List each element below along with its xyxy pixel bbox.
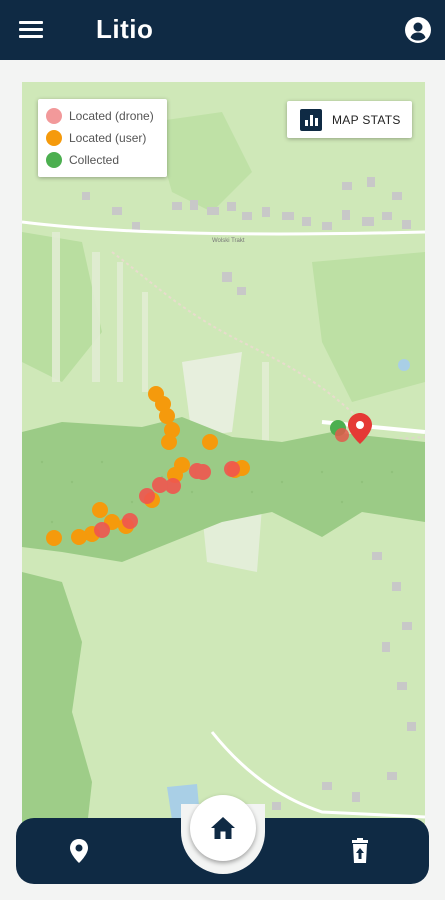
legend-item-drone: Located (drone) [46, 105, 159, 127]
location-pin-icon[interactable] [67, 838, 91, 864]
map-canvas[interactable]: Wolski Trakt [22, 82, 425, 872]
hamburger-menu-icon[interactable] [19, 21, 43, 39]
legend-label: Collected [69, 153, 120, 167]
legend-label: Located (user) [69, 131, 147, 145]
road-label: Wolski Trakt [212, 238, 245, 244]
legend-item-collected: Collected [46, 149, 159, 171]
map-stats-label: MAP STATS [332, 112, 401, 127]
legend-label: Located (drone) [69, 109, 154, 123]
map-view[interactable]: Wolski Trakt [22, 82, 425, 872]
legend-dot-user [46, 130, 62, 146]
home-button[interactable] [190, 795, 256, 861]
app-logo: Litio [96, 14, 154, 44]
top-app-bar: Litio [0, 0, 445, 60]
delete-upload-icon[interactable] [348, 838, 372, 864]
legend-dot-drone [46, 108, 62, 124]
account-circle-icon[interactable] [405, 17, 431, 43]
map-legend: Located (drone) Located (user) Collected [38, 99, 167, 177]
app-root: Litio Wolski Trakt Located (drone) Locat… [0, 0, 445, 900]
bar-chart-icon [300, 108, 322, 131]
legend-dot-collected [46, 152, 62, 168]
legend-item-user: Located (user) [46, 127, 159, 149]
home-icon [211, 817, 235, 839]
map-stats-button[interactable]: MAP STATS [287, 101, 412, 138]
